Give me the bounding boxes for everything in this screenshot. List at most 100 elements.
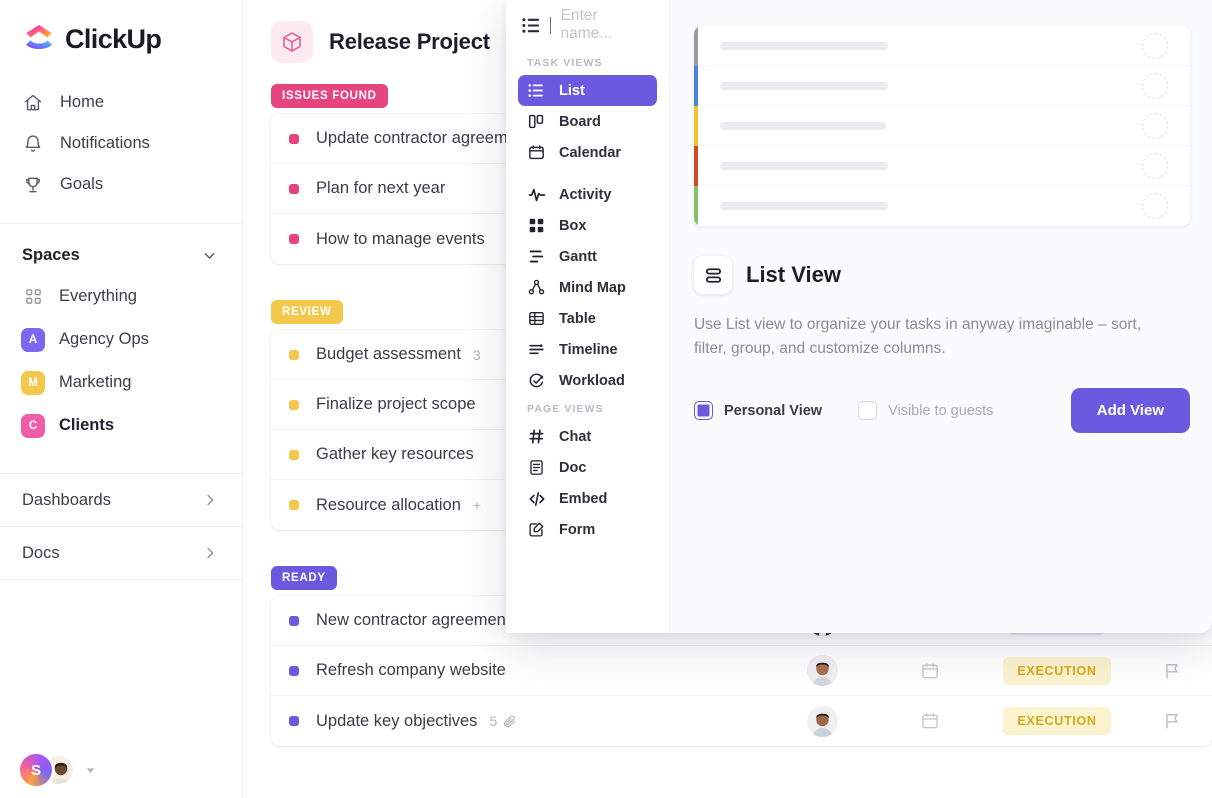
group-status-badge[interactable]: ISSUES FOUND bbox=[271, 84, 388, 108]
chevron-down-icon[interactable] bbox=[84, 764, 97, 777]
status-dot bbox=[289, 716, 299, 726]
view-option-label: Box bbox=[559, 217, 587, 234]
status-dot bbox=[289, 133, 299, 144]
list-view-icon bbox=[694, 256, 732, 294]
sidebar-item-everything[interactable]: Everything bbox=[0, 275, 242, 318]
assignee-avatar[interactable] bbox=[766, 705, 878, 737]
checkbox[interactable] bbox=[694, 401, 713, 421]
gantt-icon bbox=[527, 248, 546, 265]
page-title: Release Project bbox=[329, 29, 490, 54]
brand-logo[interactable]: ClickUp bbox=[0, 0, 242, 56]
brand-name: ClickUp bbox=[65, 23, 162, 54]
task-name: Update contractor agreement bbox=[316, 129, 531, 147]
table-row[interactable]: Update key objectives 5 EXECUTION bbox=[271, 696, 1212, 746]
form-icon bbox=[527, 521, 546, 538]
personal-view-label: Personal View bbox=[724, 402, 823, 419]
view-name-input[interactable]: Enter name... bbox=[518, 0, 657, 50]
nav-label: Home bbox=[60, 93, 105, 111]
board-icon bbox=[527, 113, 546, 130]
sidebar-row-label: Docs bbox=[22, 543, 60, 562]
personal-view-toggle[interactable]: Personal View bbox=[694, 401, 823, 421]
space-label: Clients bbox=[59, 416, 115, 434]
activity-icon bbox=[527, 186, 546, 204]
doc-icon bbox=[527, 459, 546, 476]
priority-flag-icon[interactable] bbox=[1132, 661, 1212, 681]
preview-row bbox=[694, 66, 1190, 106]
view-option-activity[interactable]: Activity bbox=[518, 179, 657, 210]
group-status-badge[interactable]: REVIEW bbox=[271, 300, 343, 324]
visible-to-guests-label: Visible to guests bbox=[888, 402, 994, 419]
view-option-workload[interactable]: Workload bbox=[518, 365, 657, 396]
view-option-timeline[interactable]: Timeline bbox=[518, 334, 657, 365]
space-avatar: M bbox=[21, 370, 45, 395]
task-name: How to manage events bbox=[316, 229, 485, 248]
view-option-calendar[interactable]: Calendar bbox=[518, 137, 657, 168]
preview-row-color bbox=[694, 186, 698, 226]
chevron-down-icon[interactable] bbox=[201, 247, 218, 264]
view-option-doc[interactable]: Doc bbox=[518, 452, 657, 483]
view-option-chat[interactable]: Chat bbox=[518, 421, 657, 452]
view-option-gantt[interactable]: Gantt bbox=[518, 241, 657, 272]
preview-row bbox=[694, 146, 1190, 186]
view-option-board[interactable]: Board bbox=[518, 106, 657, 137]
placeholder-avatar bbox=[1142, 72, 1168, 99]
sidebar-item-docs[interactable]: Docs bbox=[0, 526, 242, 579]
view-option-embed[interactable]: Embed bbox=[518, 483, 657, 514]
add-subtask-button[interactable]: + bbox=[473, 497, 481, 513]
spaces-header[interactable]: Spaces bbox=[0, 224, 242, 275]
view-option-mind-map[interactable]: Mind Map bbox=[518, 272, 657, 303]
paperclip-icon bbox=[502, 714, 517, 729]
view-type-list: Enter name... TASK VIEWS List Board Cale… bbox=[506, 0, 670, 633]
add-view-button[interactable]: Add View bbox=[1070, 388, 1190, 434]
sidebar-item-dashboards[interactable]: Dashboards bbox=[0, 473, 242, 526]
status-dot bbox=[289, 449, 299, 460]
sidebar-item-agency-ops[interactable]: A Agency Ops bbox=[0, 318, 242, 361]
status-badge[interactable]: EXECUTION bbox=[1003, 656, 1111, 685]
view-option-list[interactable]: List bbox=[518, 75, 657, 106]
table-row[interactable]: Refresh company website EXECUTION bbox=[271, 646, 1212, 696]
task-views-label: TASK VIEWS bbox=[527, 57, 603, 69]
view-detail-actions: Personal View Visible to guests Add View bbox=[694, 388, 1190, 434]
status-dot bbox=[289, 234, 299, 244]
due-date-icon[interactable] bbox=[878, 711, 982, 731]
list-icon bbox=[527, 82, 546, 99]
avatar[interactable]: S bbox=[18, 752, 54, 788]
placeholder-avatar bbox=[1142, 193, 1168, 219]
text-cursor bbox=[550, 16, 552, 34]
due-date-icon[interactable] bbox=[878, 661, 982, 681]
preview-row bbox=[694, 26, 1190, 66]
home-icon bbox=[22, 93, 44, 113]
view-option-label: Chat bbox=[559, 428, 592, 445]
user-dock[interactable]: S bbox=[18, 752, 97, 788]
view-option-label: Doc bbox=[559, 459, 587, 476]
chevron-right-icon bbox=[202, 545, 218, 561]
nav-item-notifications[interactable]: Notifications bbox=[0, 123, 242, 164]
status-dot bbox=[289, 500, 299, 510]
task-name: Update key objectives bbox=[316, 711, 478, 730]
priority-flag-icon[interactable] bbox=[1132, 711, 1212, 731]
placeholder-bar bbox=[720, 161, 888, 170]
preview-row-color bbox=[694, 26, 698, 66]
task-name: Gather key resources bbox=[316, 445, 474, 463]
visible-to-guests-toggle[interactable]: Visible to guests bbox=[858, 401, 994, 421]
view-option-form[interactable]: Form bbox=[518, 514, 657, 545]
nav-item-goals[interactable]: Goals bbox=[0, 164, 242, 205]
placeholder-bar bbox=[720, 81, 888, 90]
checkbox[interactable] bbox=[858, 401, 878, 421]
view-option-box[interactable]: Box bbox=[518, 210, 657, 241]
space-label: Agency Ops bbox=[59, 330, 149, 348]
status-dot bbox=[289, 665, 299, 676]
cube-icon bbox=[271, 21, 313, 63]
assignee-avatar[interactable] bbox=[766, 655, 878, 686]
view-detail-title: List View bbox=[746, 262, 841, 287]
sidebar-item-clients[interactable]: C Clients bbox=[0, 404, 242, 447]
view-option-table[interactable]: Table bbox=[518, 303, 657, 334]
sidebar-row-label: Dashboards bbox=[22, 490, 111, 509]
table-icon bbox=[527, 310, 546, 327]
view-option-label: Activity bbox=[559, 186, 612, 203]
add-view-modal: Enter name... TASK VIEWS List Board Cale… bbox=[506, 0, 1212, 633]
group-status-badge[interactable]: READY bbox=[271, 566, 337, 590]
sidebar-item-marketing[interactable]: M Marketing bbox=[0, 361, 242, 404]
nav-item-home[interactable]: Home bbox=[0, 82, 242, 123]
status-badge[interactable]: EXECUTION bbox=[1003, 707, 1111, 735]
